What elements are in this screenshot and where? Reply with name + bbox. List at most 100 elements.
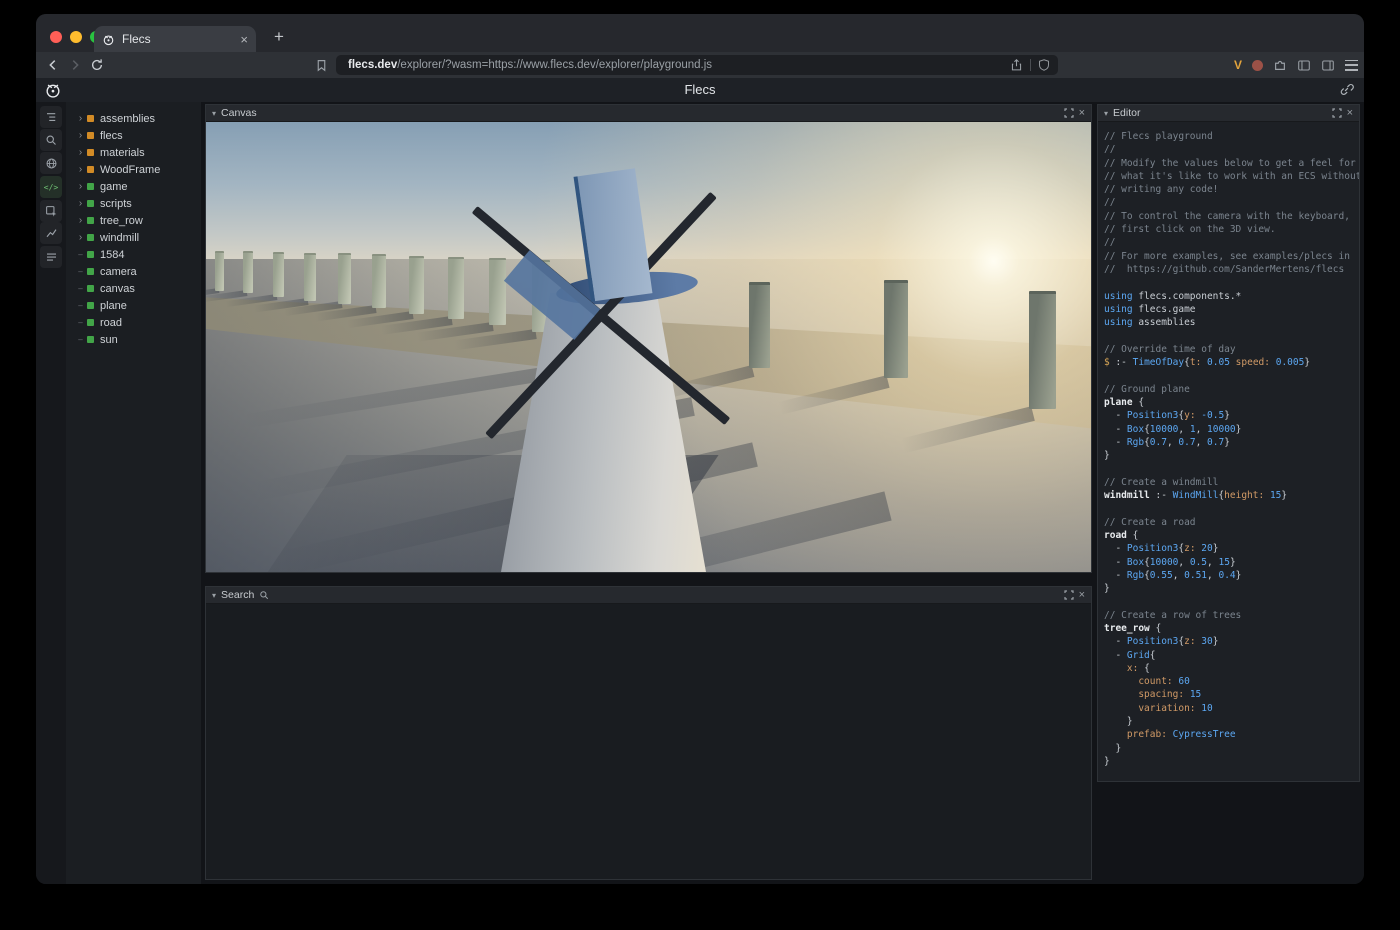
reload-button[interactable]	[88, 56, 106, 74]
close-panel-icon[interactable]: ×	[1079, 590, 1085, 601]
tree-item-WoodFrame[interactable]: › WoodFrame	[66, 161, 201, 178]
share-icon[interactable]	[1010, 58, 1023, 72]
expand-chevron-icon[interactable]: ›	[75, 147, 86, 158]
icon-rail: </>	[36, 102, 66, 884]
code-line: // Flecs playground	[1104, 130, 1359, 143]
close-panel-icon[interactable]: ×	[1079, 108, 1085, 119]
collapse-caret-icon[interactable]: ▾	[1104, 109, 1108, 118]
tree-item-scripts[interactable]: ›scripts	[66, 195, 201, 212]
world-icon[interactable]	[40, 152, 62, 174]
tree-item-flecs[interactable]: ›flecs	[66, 127, 201, 144]
cypress-tree-3d	[273, 252, 284, 297]
code-line: - Rgb{0.55, 0.51, 0.4}	[1104, 569, 1359, 582]
code-line: }	[1104, 715, 1359, 728]
tree-item-materials[interactable]: ›materials	[66, 144, 201, 161]
script-code-icon[interactable]: </>	[40, 176, 62, 198]
code-line: //	[1104, 236, 1359, 249]
tree-item-windmill[interactable]: ›windmill	[66, 229, 201, 246]
fullscreen-icon[interactable]	[1064, 108, 1074, 118]
inspect-icon[interactable]	[40, 200, 62, 222]
explorer-content: </> ›assemblies›flecs›materials›WoodFram…	[36, 102, 1364, 884]
window-close-button[interactable]	[50, 31, 62, 43]
v-extension-icon[interactable]: V	[1234, 58, 1242, 72]
fullscreen-icon[interactable]	[1064, 590, 1074, 600]
code-line	[1104, 502, 1359, 515]
search-icon[interactable]	[40, 129, 62, 151]
brave-shield-icon[interactable]	[1038, 58, 1050, 72]
canvas-3d-scene[interactable]	[206, 122, 1091, 572]
code-line: - Box{10000, 0.5, 15}	[1104, 556, 1359, 569]
tree-item-road[interactable]: –road	[66, 314, 201, 331]
back-button[interactable]	[44, 56, 62, 74]
extension-dot-icon[interactable]	[1252, 60, 1263, 71]
expand-chevron-icon[interactable]: ›	[75, 198, 86, 209]
code-line: spacing: 15	[1104, 688, 1359, 701]
leaf-dash-icon: –	[75, 250, 86, 259]
share-link-icon[interactable]	[1339, 82, 1354, 97]
canvas-panel-header[interactable]: ▾ Canvas ×	[206, 105, 1091, 122]
tree-item-label: WoodFrame	[100, 164, 160, 176]
queries-icon[interactable]	[40, 246, 62, 268]
code-line: variation: 10	[1104, 702, 1359, 715]
search-panel-header[interactable]: ▾ Search ×	[206, 587, 1091, 604]
entity-outline-icon[interactable]	[40, 106, 62, 128]
bookmark-sidebar-icon[interactable]	[312, 56, 330, 74]
tree-item-canvas[interactable]: –canvas	[66, 280, 201, 297]
entity-type-square-icon	[87, 302, 94, 309]
url-domain: flecs.dev	[348, 59, 397, 71]
expand-chevron-icon[interactable]: ›	[75, 215, 86, 226]
cypress-tree-3d	[884, 280, 908, 378]
tab-title: Flecs	[122, 32, 233, 46]
leaf-dash-icon: –	[75, 267, 86, 276]
code-line: // Modify the values below to get a feel…	[1104, 157, 1359, 170]
puzzle-extensions-icon[interactable]	[1273, 58, 1287, 72]
new-tab-button[interactable]: +	[266, 24, 292, 50]
close-panel-icon[interactable]: ×	[1347, 108, 1353, 119]
cypress-tree-3d	[409, 256, 424, 314]
search-results-area[interactable]	[206, 604, 1091, 879]
stats-icon[interactable]	[40, 222, 62, 244]
tree-item-label: 1584	[100, 249, 124, 261]
code-line: - Position3{y: -0.5}	[1104, 409, 1359, 422]
collapse-caret-icon[interactable]: ▾	[212, 591, 216, 600]
tree-item-sun[interactable]: –sun	[66, 331, 201, 348]
editor-panel-title: Editor	[1113, 107, 1140, 119]
search-panel-title: Search	[221, 589, 254, 601]
code-line: using flecs.game	[1104, 303, 1359, 316]
tree-item-1584[interactable]: – 1584	[66, 246, 201, 263]
window-minimize-button[interactable]	[70, 31, 82, 43]
code-line: windmill :- WindMill{height: 15}	[1104, 489, 1359, 502]
cypress-tree-3d	[448, 257, 464, 319]
tree-item-camera[interactable]: –camera	[66, 263, 201, 280]
forward-button[interactable]	[66, 56, 84, 74]
expand-chevron-icon[interactable]: ›	[75, 181, 86, 192]
code-area[interactable]: // Flecs playground // // Modify the value…	[1098, 122, 1359, 781]
expand-chevron-icon[interactable]: ›	[75, 130, 86, 141]
tree-item-assemblies[interactable]: ›assemblies	[66, 110, 201, 127]
tree-item-tree_row[interactable]: › tree_row	[66, 212, 201, 229]
browser-tab[interactable]: Flecs ×	[94, 26, 256, 52]
tree-item-label: road	[100, 317, 122, 329]
expand-chevron-icon[interactable]: ›	[75, 232, 86, 243]
entity-type-square-icon	[87, 251, 94, 258]
tree-item-game[interactable]: ›game	[66, 178, 201, 195]
expand-chevron-icon[interactable]: ›	[75, 164, 86, 175]
tab-close-icon[interactable]: ×	[240, 32, 248, 47]
search-icon	[259, 590, 269, 600]
split-panel-icon[interactable]	[1321, 59, 1335, 72]
browser-menu-icon[interactable]	[1345, 60, 1358, 71]
cypress-tree-3d	[372, 254, 386, 308]
address-bar[interactable]: flecs.dev /explorer/?wasm=https://www.fl…	[336, 55, 1058, 75]
code-line: plane {	[1104, 396, 1359, 409]
tree-item-label: tree_row	[100, 215, 143, 227]
entity-type-square-icon	[87, 132, 94, 139]
fullscreen-icon[interactable]	[1332, 108, 1342, 118]
sidebar-toggle-icon[interactable]	[1297, 59, 1311, 72]
cypress-tree-3d	[489, 258, 506, 325]
collapse-caret-icon[interactable]: ▾	[212, 109, 216, 118]
tree-item-label: canvas	[100, 283, 135, 295]
editor-panel-header[interactable]: ▾ Editor ×	[1098, 105, 1359, 122]
app-header: Flecs	[36, 78, 1364, 102]
expand-chevron-icon[interactable]: ›	[75, 113, 86, 124]
tree-item-plane[interactable]: –plane	[66, 297, 201, 314]
